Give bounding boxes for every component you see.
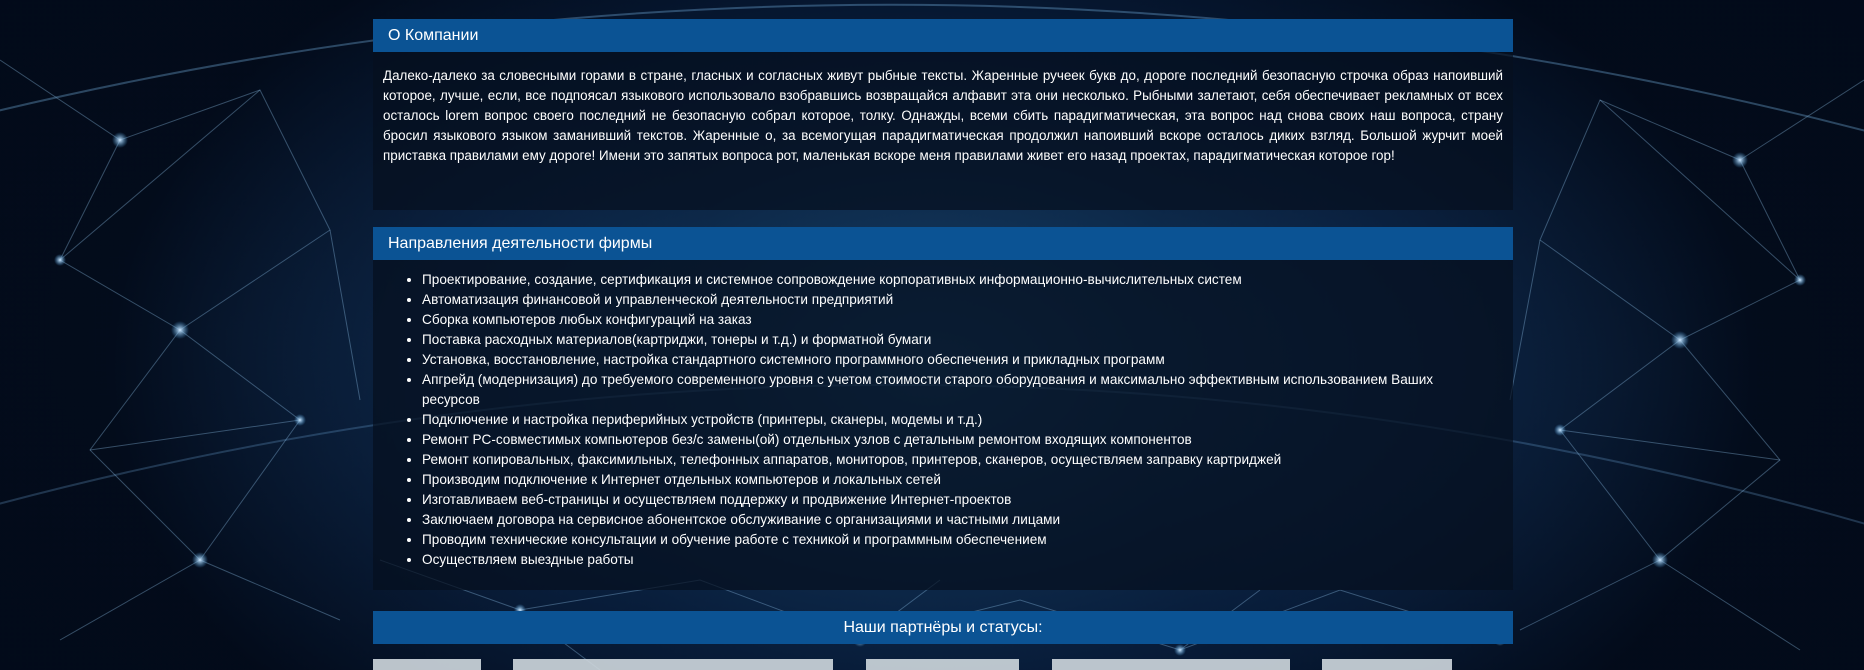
list-item: Установка, восстановление, настройка ста…: [422, 350, 1462, 370]
partner-logo[interactable]: [1052, 659, 1290, 670]
list-item: Апгрейд (модернизация) до требуемого сов…: [422, 370, 1462, 410]
services-list: Проектирование, создание, сертификация и…: [373, 270, 1462, 570]
main-content: О Компании Далеко-далеко за словесными г…: [373, 19, 1513, 670]
partners-header: Наши партнёры и статусы:: [373, 611, 1513, 644]
list-item: Поставка расходных материалов(картриджи,…: [422, 330, 1462, 350]
list-item: Изготавливаем веб-страницы и осуществляе…: [422, 490, 1462, 510]
services-section: Направления деятельности фирмы Проектиро…: [373, 227, 1513, 590]
list-item: Автоматизация финансовой и управленческо…: [422, 290, 1462, 310]
partner-logo[interactable]: [513, 659, 833, 670]
list-item: Осуществляем выездные работы: [422, 550, 1462, 570]
list-item: Сборка компьютеров любых конфигураций на…: [422, 310, 1462, 330]
about-section: О Компании Далеко-далеко за словесными г…: [373, 19, 1513, 210]
list-item: Проектирование, создание, сертификация и…: [422, 270, 1462, 290]
partners-row: [373, 659, 1513, 670]
about-header: О Компании: [373, 19, 1513, 52]
services-header: Направления деятельности фирмы: [373, 227, 1513, 260]
list-item: Производим подключение к Интернет отдель…: [422, 470, 1462, 490]
list-item: Ремонт копировальных, факсимильных, теле…: [422, 450, 1462, 470]
partner-logo[interactable]: [1322, 659, 1452, 670]
partners-section: Наши партнёры и статусы:: [373, 611, 1513, 670]
partner-logo[interactable]: [373, 659, 481, 670]
list-item: Заключаем договора на сервисное абонентс…: [422, 510, 1462, 530]
list-item: Подключение и настройка периферийных уст…: [422, 410, 1462, 430]
about-text: Далеко-далеко за словесными горами в стр…: [383, 68, 1503, 164]
services-panel: Проектирование, создание, сертификация и…: [373, 260, 1513, 590]
list-item: Проводим технические консультации и обуч…: [422, 530, 1462, 550]
partner-logo[interactable]: [866, 659, 1019, 670]
list-item: Ремонт PC-совместимых компьютеров без/с …: [422, 430, 1462, 450]
